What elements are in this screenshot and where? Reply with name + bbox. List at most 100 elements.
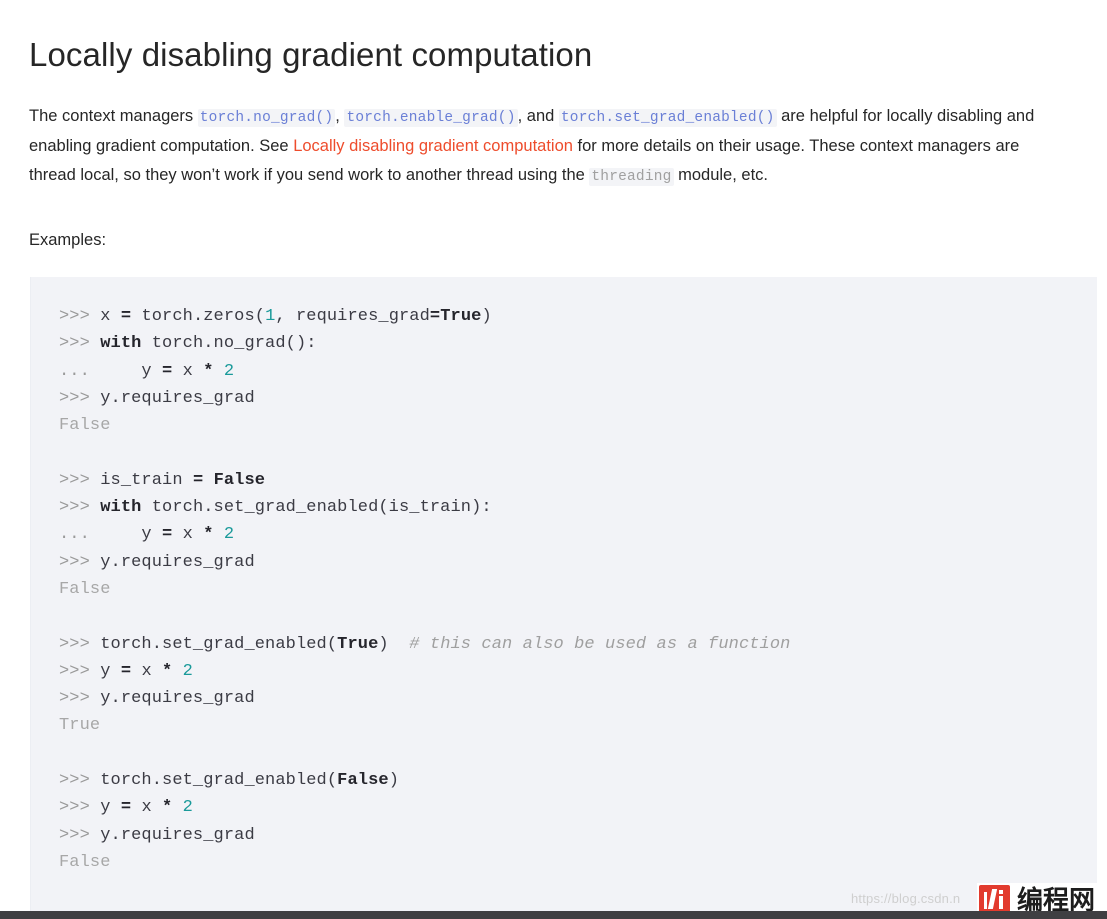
watermark-url: https://blog.csdn.n (851, 891, 961, 906)
code-token-prompt: >>> (59, 498, 101, 518)
bottom-bar (0, 911, 1107, 919)
code-token-comment: # this can also be used as a function (409, 634, 791, 654)
inline-code-enable-grad[interactable]: torch.enable_grad() (344, 108, 518, 127)
code-line: >>> y.requires_grad (59, 822, 1097, 849)
code-line: >>> y = x * 2 (59, 794, 1097, 821)
code-token-num: 2 (182, 798, 193, 818)
code-line: >>> y.requires_grad (59, 549, 1097, 576)
code-block-content: >>> x = torch.zeros(1, requires_grad = Tru… (31, 277, 1097, 876)
code-token-prompt: >>> (59, 470, 101, 490)
code-token-plain: y (100, 661, 121, 681)
code-token-out: False (59, 416, 111, 436)
code-token-prompt: >>> (59, 334, 101, 354)
code-token-out: False (59, 852, 111, 872)
code-token-bool: True (337, 634, 379, 654)
code-token-plain: x (131, 798, 163, 818)
code-token-plain: y.requires_grad (100, 689, 255, 709)
inline-code-set-grad-enabled[interactable]: torch.set_grad_enabled() (558, 108, 777, 127)
code-token-plain: is_train (100, 470, 193, 490)
code-token-plain: ) (378, 634, 410, 654)
code-token-plain: x (172, 525, 204, 545)
code-token-plain: x (131, 661, 163, 681)
code-line: False (59, 576, 1097, 603)
code-token-plain: ) (481, 307, 492, 326)
code-token-prompt: ... (59, 525, 101, 545)
code-line: False (59, 412, 1097, 439)
code-token-op: = (162, 361, 173, 381)
code-token-plain: x (172, 361, 204, 381)
code-token-op: * (162, 661, 173, 681)
examples-label: Examples: (29, 231, 107, 249)
code-token-plain: x (100, 307, 121, 326)
code-token-op: = (192, 470, 204, 490)
code-token-plain: ) (388, 771, 399, 791)
link-locally-disabling-gradient-computation[interactable]: Locally disabling gradient computation (293, 137, 573, 155)
code-token-prompt: >>> (59, 798, 101, 818)
code-token-plain: torch.set_grad_enabled( (100, 634, 338, 654)
code-line: ... y = x * 2 (59, 358, 1097, 385)
code-token-plain: y.requires_grad (100, 552, 255, 572)
code-token-op: * (162, 798, 173, 818)
code-token-op: = (162, 525, 173, 545)
code-line: >>> torch.set_grad_enabled(False) (59, 767, 1097, 794)
code-token-bool: False (213, 470, 266, 490)
code-token-plain: y (100, 361, 163, 381)
intro-paragraph: The context managers torch.no_grad(), to… (29, 102, 1069, 192)
code-token-num: 2 (182, 661, 193, 681)
code-token-prompt: >>> (59, 771, 101, 791)
inline-code-no-grad[interactable]: torch.no_grad() (197, 108, 336, 127)
code-token-plain: torch.set_grad_enabled( (100, 771, 338, 791)
code-token-prompt: ... (59, 361, 101, 381)
code-line: >>> is_train = False (59, 467, 1097, 494)
code-token-bool: False (337, 771, 389, 791)
code-token-plain: torch.no_grad(): (141, 334, 317, 354)
code-line: >>> y = x * 2 (59, 658, 1097, 685)
code-token-prompt: >>> (59, 388, 101, 408)
code-token-kw: with (100, 498, 142, 518)
code-token-kw: with (100, 334, 142, 354)
code-token-num: 2 (223, 525, 235, 545)
code-line: >>> y.requires_grad (59, 685, 1097, 712)
code-block[interactable]: >>> x = torch.zeros(1, requires_grad = Tru… (30, 277, 1097, 911)
code-token-op: * (203, 525, 214, 545)
code-line: False (59, 849, 1097, 876)
code-token-prompt: >>> (59, 689, 101, 709)
code-token-num: 1 (265, 307, 276, 326)
code-token-out: False (59, 579, 111, 599)
code-token-plain: torch.zeros( (131, 307, 266, 326)
code-line: >>> y.requires_grad (59, 385, 1097, 412)
code-token-prompt: >>> (59, 552, 101, 572)
code-token-plain: y (100, 798, 121, 818)
page-title: Locally disabling gradient computation (29, 36, 593, 74)
code-token-op: = (120, 661, 132, 681)
code-token-bool: True (440, 307, 482, 326)
code-line: >>> torch.set_grad_enabled(True) # this … (59, 631, 1097, 658)
code-token-out: True (59, 716, 101, 736)
code-token-prompt: >>> (59, 661, 101, 681)
paragraph-text-1: The context managers (29, 106, 198, 125)
paragraph-text-6: module, etc. (673, 165, 768, 184)
code-token-plain: y (100, 525, 163, 545)
code-token-plain: y.requires_grad (100, 825, 255, 845)
code-token-op: * (203, 361, 214, 381)
code-token-num: 2 (223, 361, 235, 381)
code-line: >>> with torch.set_grad_enabled(is_train… (59, 494, 1097, 521)
code-line: >>> with torch.no_grad(): (59, 330, 1097, 357)
code-token-op: = (120, 798, 132, 818)
code-token-prompt: >>> (59, 634, 101, 654)
paragraph-text-3: , and (517, 106, 559, 125)
inline-code-threading: threading (589, 167, 674, 186)
code-token-op: = (120, 307, 132, 326)
code-token-plain: , requires_grad (275, 307, 430, 326)
code-token-plain: torch.set_grad_enabled(is_train): (141, 498, 492, 518)
code-token-plain: y.requires_grad (100, 388, 255, 408)
code-token-prompt: >>> (59, 825, 101, 845)
document-page: Locally disabling gradient computation T… (0, 0, 1107, 918)
